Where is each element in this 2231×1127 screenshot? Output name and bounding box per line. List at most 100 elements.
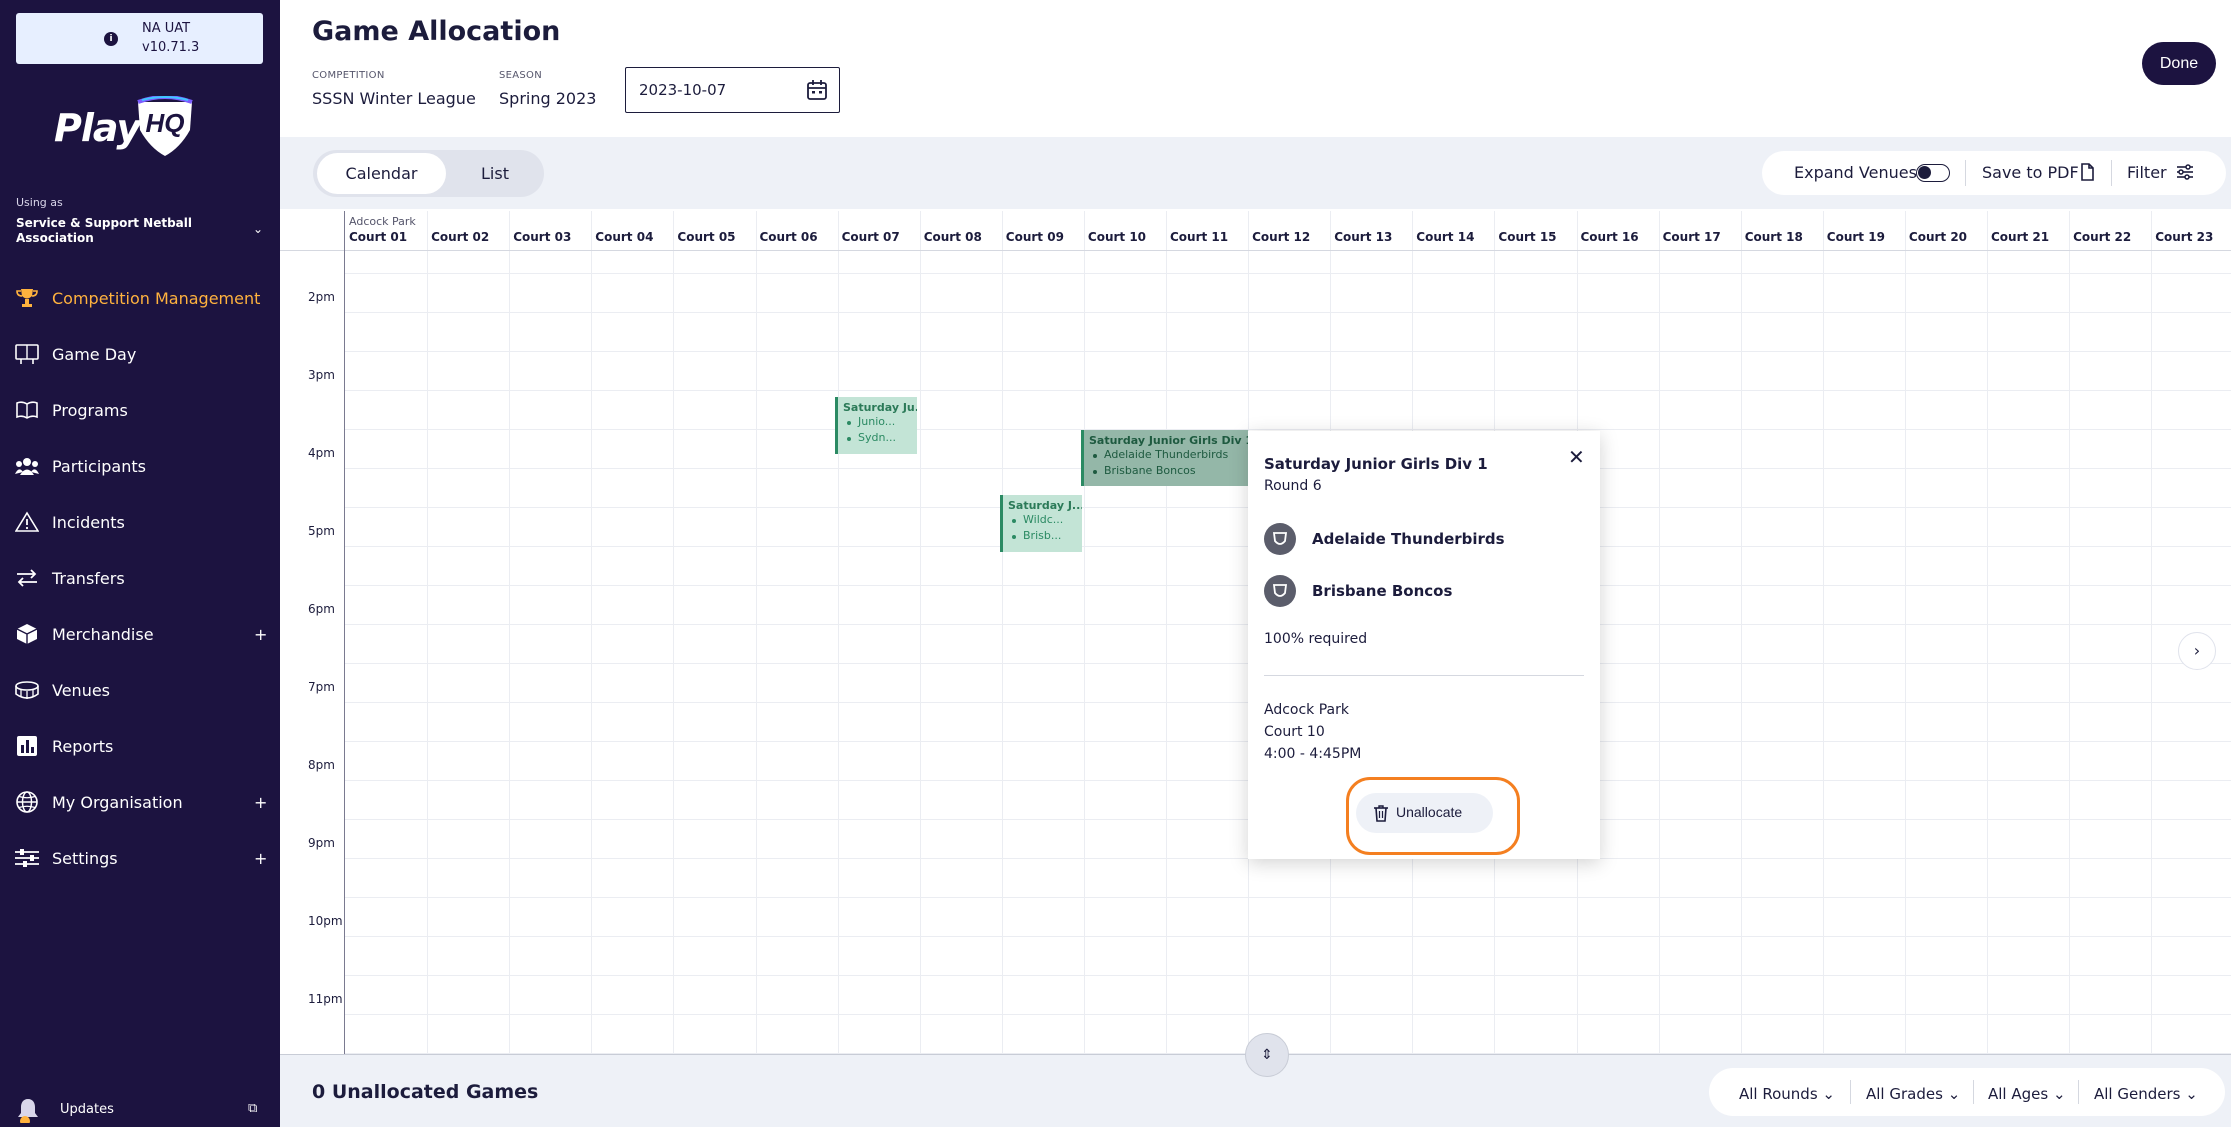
court-header: Court 02 — [431, 230, 490, 244]
ages-dropdown[interactable]: All Ages ⌄ — [1988, 1085, 2066, 1103]
time-slot-divider — [345, 1014, 2231, 1015]
sidebar-item-incidents[interactable]: Incidents — [0, 502, 280, 542]
game-team: Brisbane Boncos — [1104, 464, 1196, 477]
court-header: Court 16 — [1580, 230, 1639, 244]
filter-button[interactable]: Filter — [2127, 163, 2167, 182]
court-column-divider — [591, 211, 592, 1054]
grades-dropdown[interactable]: All Grades ⌄ — [1866, 1085, 1960, 1103]
genders-dropdown[interactable]: All Genders ⌄ — [2094, 1085, 2198, 1103]
logo-hq-text: HQ — [146, 108, 185, 138]
grades-label: All Grades — [1866, 1085, 1943, 1103]
sidebar-item-game-day[interactable]: Game Day — [0, 334, 280, 374]
external-link-icon: ⧉ — [248, 1101, 258, 1116]
toolbar-actions: Expand Venues Save to PDF Filter — [1762, 151, 2226, 195]
genders-label: All Genders — [2094, 1085, 2181, 1103]
bell-icon — [18, 1099, 38, 1123]
unallocate-button[interactable]: Unallocate — [1356, 793, 1493, 833]
transfer-arrows-icon — [14, 565, 40, 591]
sidebar-item-merchandise[interactable]: Merchandise + — [0, 614, 280, 654]
game-block[interactable]: Saturday J... Wildc... Brisb... — [1000, 495, 1082, 552]
popover-title: Saturday Junior Girls Div 1 — [1264, 455, 1488, 473]
calendar-icon[interactable] — [806, 79, 828, 101]
game-team: Adelaide Thunderbirds — [1104, 448, 1229, 461]
bullet — [1012, 535, 1016, 539]
popover-round: Round 6 — [1264, 478, 1322, 494]
time-label: 9pm — [308, 836, 335, 850]
filter-divider — [1973, 1080, 1974, 1104]
sidebar-item-competition-management[interactable]: Competition Management — [0, 278, 280, 318]
done-button[interactable]: Done — [2142, 42, 2216, 85]
game-block[interactable]: Saturday Ju... Junio... Sydn... — [835, 397, 917, 454]
rounds-dropdown[interactable]: All Rounds ⌄ — [1739, 1085, 1835, 1103]
logo-hq-shield: HQ — [137, 96, 193, 156]
view-toggle: Calendar List — [313, 150, 544, 197]
competition-label: COMPETITION — [312, 70, 385, 81]
expand-icon[interactable]: + — [254, 793, 267, 812]
court-column-divider — [1084, 211, 1085, 1054]
expand-icon[interactable]: + — [254, 849, 267, 868]
unallocated-count: 0 Unallocated Games — [312, 1081, 539, 1103]
bullet — [1012, 519, 1016, 523]
box-icon — [14, 621, 40, 647]
playhq-logo[interactable]: Play HQ — [54, 96, 204, 166]
court-column-divider — [1659, 211, 1660, 1054]
sidebar-item-label: Transfers — [52, 568, 125, 588]
date-picker[interactable]: 2023-10-07 — [625, 67, 840, 113]
expand-icon[interactable]: + — [254, 625, 267, 644]
organisation-selector[interactable]: Service & Support Netball Association — [16, 216, 236, 246]
game-block-selected[interactable]: Saturday Junior Girls Div 1 Adelaide Thu… — [1081, 430, 1248, 486]
sidebar-item-transfers[interactable]: Transfers — [0, 558, 280, 598]
updates-link[interactable]: Updates ⧉ — [0, 1095, 280, 1127]
popover-time: 4:00 - 4:45PM — [1264, 746, 1362, 762]
unallocate-label: Unallocate — [1396, 804, 1463, 820]
warning-icon — [14, 509, 40, 535]
sidebar-item-participants[interactable]: Participants — [0, 446, 280, 486]
bullet — [1093, 454, 1097, 458]
court-header: Court 14 — [1416, 230, 1475, 244]
tab-calendar[interactable]: Calendar — [317, 153, 446, 194]
court-column-divider — [1905, 211, 1906, 1054]
chevron-down-icon[interactable]: ⌄ — [253, 222, 263, 236]
sidebar-item-reports[interactable]: Reports — [0, 726, 280, 766]
court-header: Court 07 — [841, 230, 900, 244]
using-as-label: Using as — [16, 196, 63, 209]
expand-venues-toggle[interactable] — [1916, 164, 1950, 182]
close-icon[interactable]: ✕ — [1568, 445, 1585, 469]
time-label: 3pm — [308, 368, 335, 382]
expand-panel-button[interactable]: ⇕ — [1245, 1033, 1289, 1077]
logo-play-text: Play — [54, 106, 141, 150]
tab-list[interactable]: List — [450, 153, 540, 194]
court-column-divider — [1823, 211, 1824, 1054]
expand-venues-label[interactable]: Expand Venues — [1794, 163, 1917, 182]
sidebar-item-venues[interactable]: Venues — [0, 670, 280, 710]
sidebar-item-settings[interactable]: Settings + — [0, 838, 280, 878]
sidebar-item-label: Reports — [52, 736, 114, 756]
filter-divider — [2078, 1080, 2079, 1104]
book-icon — [14, 397, 40, 423]
season-value: Spring 2023 — [499, 89, 597, 108]
sidebar-item-programs[interactable]: Programs — [0, 390, 280, 430]
chevron-down-icon: ⌄ — [1947, 1085, 1961, 1103]
time-slot-divider — [345, 390, 2231, 391]
court-header: Court 06 — [759, 230, 818, 244]
time-label: 2pm — [308, 290, 335, 304]
bullet — [847, 437, 851, 441]
chevron-right-icon: › — [2193, 641, 2201, 660]
time-slot-divider — [345, 897, 2231, 898]
time-label: 10pm — [308, 914, 343, 928]
save-pdf-button[interactable]: Save to PDF — [1982, 163, 2079, 182]
court-header: Court 01 — [349, 230, 408, 244]
popover-court: Court 10 — [1264, 724, 1325, 740]
sidebar-item-my-organisation[interactable]: My Organisation + — [0, 782, 280, 822]
required-text: 100% required — [1264, 631, 1368, 647]
court-header: Court 05 — [677, 230, 736, 244]
court-header: Court 08 — [923, 230, 982, 244]
sliders-filter-icon[interactable] — [2176, 164, 2194, 180]
time-slot-divider — [345, 351, 2231, 352]
court-header: Court 10 — [1087, 230, 1147, 244]
team-2-name: Brisbane Boncos — [1312, 582, 1453, 600]
court-header: Court 03 — [513, 230, 572, 244]
document-icon[interactable] — [2080, 163, 2094, 181]
next-courts-button[interactable]: › — [2178, 632, 2216, 670]
season-label: SEASON — [499, 70, 543, 81]
